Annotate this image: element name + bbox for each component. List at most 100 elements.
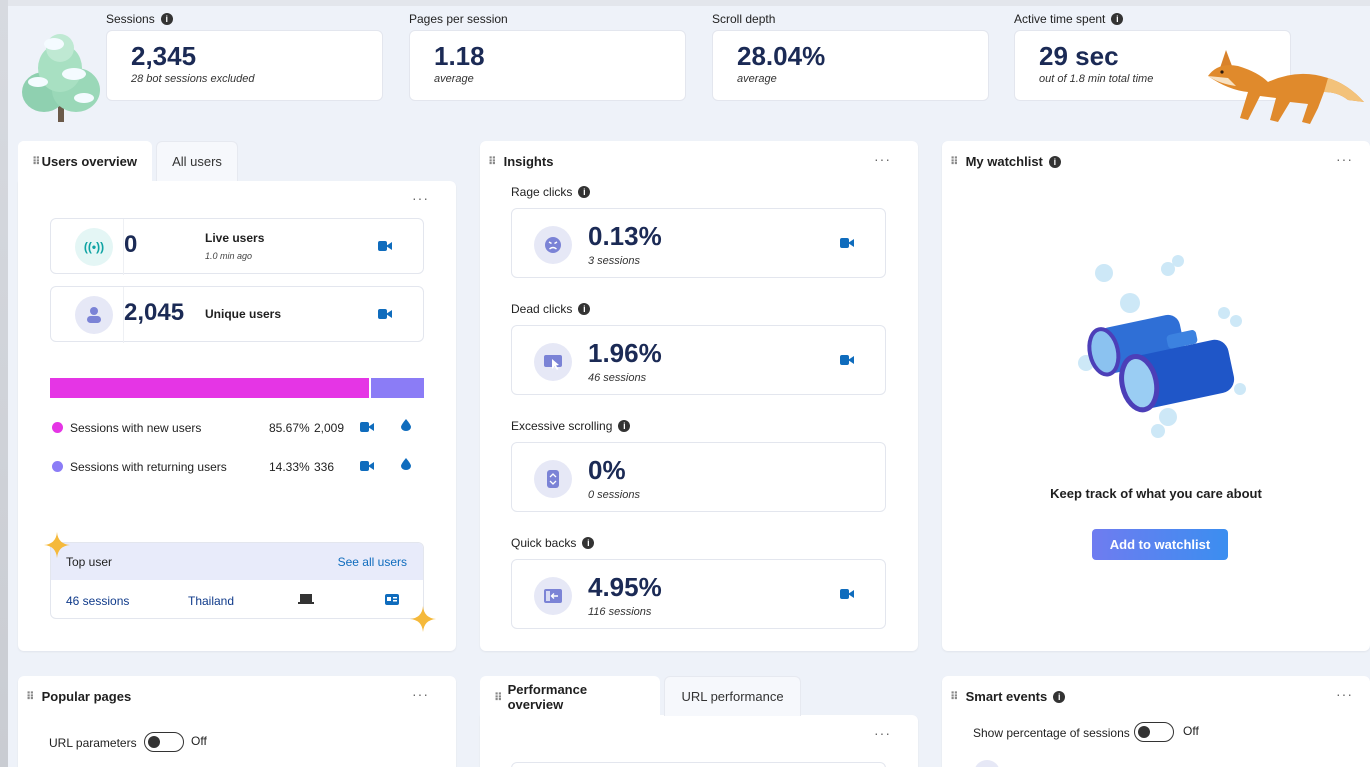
see-all-users-link[interactable]: See all users [338, 555, 407, 569]
video-camera-icon[interactable] [840, 589, 854, 599]
card-header: ⠿ Smart events i [950, 689, 1066, 704]
sparkle-icon [410, 606, 436, 632]
drag-handle-icon[interactable]: ⠿ [950, 690, 959, 703]
show-percentage-toggle[interactable] [1134, 722, 1174, 742]
insight-quick-backs[interactable]: 4.95% 116 sessions [511, 559, 886, 629]
tab-url-performance[interactable]: URL performance [664, 676, 801, 716]
insight-rage-clicks[interactable]: 0.13% 3 sessions [511, 208, 886, 278]
drag-handle-icon[interactable]: ⠿ [494, 691, 503, 704]
url-parameters-label: URL parameters [49, 736, 137, 750]
more-options-icon[interactable]: ··· [412, 686, 429, 702]
kpi-sessions: Sessions i 2,345 28 bot sessions excluded [106, 10, 383, 101]
event-icon [974, 760, 1000, 767]
legend-percent: 85.67% [269, 421, 310, 435]
top-user-panel: Top user See all users 46 sessions Thail… [50, 542, 424, 619]
insight-sessions: 116 sessions [588, 606, 652, 618]
insight-label: Dead clicks [511, 302, 573, 316]
heatmap-drop-icon[interactable] [401, 458, 411, 470]
drag-handle-icon[interactable]: ⠿ [950, 155, 959, 168]
insight-label-quick-backs: Quick backs i [511, 536, 595, 550]
more-options-icon[interactable]: ··· [1336, 686, 1353, 702]
info-icon[interactable]: i [160, 13, 173, 25]
heatmap-drop-icon[interactable] [401, 419, 411, 431]
toggle-state: Off [1183, 724, 1199, 738]
insight-label-excessive-scrolling: Excessive scrolling i [511, 419, 631, 433]
more-options-icon[interactable]: ··· [1336, 151, 1353, 167]
top-user-title: Top user [66, 555, 113, 569]
tab-performance-overview[interactable]: ⠿ Performance overview [480, 676, 660, 718]
binoculars-illustration [1078, 255, 1246, 438]
performance-card: ··· [480, 715, 918, 767]
kpi-subtext: average [737, 73, 777, 85]
returning-users-segment[interactable] [371, 378, 424, 398]
legend-count: 336 [314, 460, 335, 474]
legend-percent: 14.33% [269, 460, 310, 474]
info-icon[interactable]: i [582, 537, 595, 549]
info-icon[interactable]: i [1111, 13, 1124, 25]
kpi-value: 2,345 [131, 41, 197, 71]
drag-handle-icon[interactable]: ⠿ [488, 155, 497, 168]
insight-label-rage-clicks: Rage clicks i [511, 185, 591, 199]
info-icon[interactable]: i [618, 420, 631, 432]
kpi-value: 28.04% [737, 41, 826, 71]
show-percentage-label: Show percentage of sessions [973, 726, 1130, 740]
insights-card: ⠿ Insights ··· Rage clicks i 0.13% 3 sess… [480, 141, 918, 651]
info-icon[interactable]: i [578, 303, 591, 315]
live-users-value: 0 [124, 231, 138, 258]
insight-excessive-scrolling[interactable]: 0% 0 sessions [511, 442, 886, 512]
person-icon [75, 296, 113, 334]
insight-value: 0.13% [588, 221, 662, 251]
tab-label: Users overview [41, 153, 137, 169]
video-camera-icon[interactable] [360, 422, 374, 432]
drag-handle-icon[interactable]: ⠿ [32, 155, 41, 168]
new-users-segment[interactable] [50, 378, 369, 398]
kpi-pages-per-session: Pages per session 1.18 average [409, 10, 686, 101]
info-icon[interactable]: i [1048, 155, 1061, 168]
more-options-icon[interactable]: ··· [874, 725, 891, 741]
video-camera-icon[interactable] [840, 355, 854, 365]
tab-label: Performance overview [507, 682, 588, 712]
top-strip [0, 0, 1370, 6]
legend-label: Sessions with new users [70, 421, 202, 435]
unique-users-value: 2,045 [124, 299, 185, 326]
more-options-icon[interactable]: ··· [874, 151, 891, 167]
laptop-icon [298, 594, 314, 604]
top-user-sessions-link[interactable]: 46 sessions [66, 594, 129, 608]
video-camera-icon[interactable] [378, 309, 392, 319]
info-icon[interactable]: i [1053, 690, 1066, 703]
contact-card-icon[interactable] [385, 594, 399, 605]
snowy-tree-illustration [22, 34, 100, 122]
insight-value: 4.95% [588, 572, 662, 602]
live-users-label: Live users [205, 231, 265, 245]
insight-value: 0% [588, 455, 626, 485]
legend-row-returning-users: Sessions with returning users 14.33% 336 [50, 457, 424, 477]
add-to-watchlist-button[interactable]: Add to watchlist [1092, 529, 1228, 560]
live-users-box: ((•)) 0 Live users 1.0 min ago [50, 218, 424, 275]
kpi-scroll-depth: Scroll depth 28.04% average [712, 10, 989, 101]
url-parameters-toggle[interactable] [144, 732, 184, 752]
tab-label: All users [172, 154, 222, 169]
kpi-label: Scroll depth [712, 12, 776, 26]
video-camera-icon[interactable] [360, 461, 374, 471]
kpi-subtext: 28 bot sessions excluded [131, 73, 255, 85]
unique-users-label: Unique users [205, 307, 282, 321]
more-options-icon[interactable]: ··· [412, 190, 429, 206]
unique-users-box: 2,045 Unique users [50, 286, 424, 343]
sessions-split-bar [50, 378, 424, 398]
drag-handle-icon[interactable]: ⠿ [26, 690, 35, 703]
scroll-icon [534, 460, 572, 498]
top-user-country: Thailand [188, 594, 235, 608]
popular-pages-card: ⠿ Popular pages ··· URL parameters Off [18, 676, 456, 767]
tab-all-users[interactable]: All users [156, 141, 238, 181]
smart-events-card: ⠿ Smart events i ··· Show percentage of … [942, 676, 1370, 767]
kpi-subtext: average [434, 73, 474, 85]
insight-sessions: 46 sessions [588, 372, 647, 384]
video-camera-icon[interactable] [378, 241, 392, 251]
info-icon[interactable]: i [578, 186, 591, 198]
video-camera-icon[interactable] [840, 238, 854, 248]
watchlist-message: Keep track of what you care about [1050, 486, 1262, 501]
tab-users-overview[interactable]: ⠿ Users overview [18, 141, 152, 181]
insight-label: Quick backs [511, 536, 577, 550]
insight-sessions: 3 sessions [588, 255, 640, 267]
insight-dead-clicks[interactable]: 1.96% 46 sessions [511, 325, 886, 395]
